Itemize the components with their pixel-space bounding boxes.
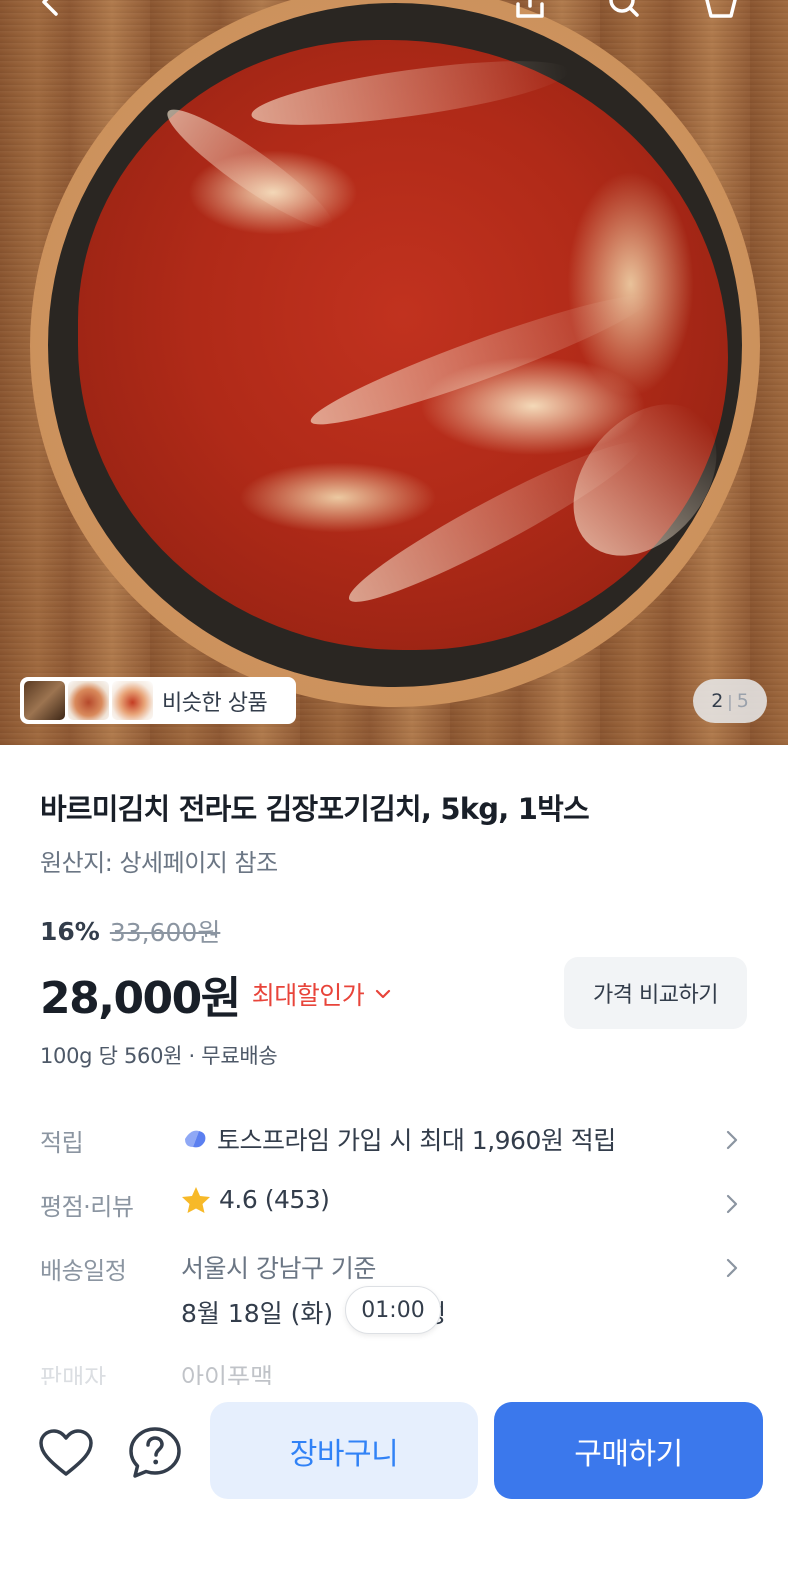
buy-now-button[interactable]: 구매하기 bbox=[494, 1402, 763, 1499]
delivery-time-tooltip: 01:00 bbox=[345, 1286, 441, 1334]
star-icon bbox=[182, 1186, 210, 1213]
rating-row[interactable]: 평점·리뷰 4.6 (453) bbox=[40, 1181, 752, 1231]
price-row: 28,000원 최대할인가 bbox=[40, 962, 392, 1026]
seller-label: 판매자 bbox=[40, 1364, 107, 1388]
similar-thumbnail bbox=[68, 681, 109, 720]
add-to-cart-button[interactable]: 장바구니 bbox=[210, 1402, 478, 1499]
product-title: 바르미김치 전라도 김장포기김치, 5kg, 1박스 bbox=[40, 792, 590, 826]
discount-row: 16% 33,600원 bbox=[40, 913, 220, 949]
pager-separator: | bbox=[727, 691, 733, 711]
similar-thumbnail bbox=[112, 681, 153, 720]
pager-total: 5 bbox=[736, 690, 749, 712]
unit-price-shipping: 100g 당 560원 · 무료배송 bbox=[40, 1044, 278, 1068]
heart-icon bbox=[39, 1429, 93, 1476]
points-label: 적립 bbox=[40, 1129, 84, 1157]
rating-label: 평점·리뷰 bbox=[40, 1193, 134, 1221]
sale-price: 28,000원 bbox=[40, 973, 241, 1024]
back-icon[interactable] bbox=[32, 0, 68, 22]
wishlist-button[interactable] bbox=[38, 1425, 94, 1481]
question-icon bbox=[129, 1427, 181, 1478]
pager-current: 2 bbox=[711, 690, 724, 712]
rating-value: 4.6 (453) bbox=[219, 1185, 330, 1214]
product-image[interactable]: 비슷한 상품 2 | 5 bbox=[0, 0, 788, 745]
image-pager: 2 | 5 bbox=[693, 679, 767, 723]
similar-thumbnail bbox=[24, 681, 65, 720]
product-origin: 원산지: 상세페이지 참조 bbox=[40, 849, 278, 877]
seller-value: 아이푸맥 bbox=[181, 1363, 274, 1388]
delivery-label: 배송일정 bbox=[40, 1257, 127, 1285]
seller-row[interactable]: 판매자 아이푸맥 bbox=[40, 1358, 752, 1388]
original-price: 33,600원 bbox=[109, 918, 221, 947]
share-icon[interactable] bbox=[512, 0, 548, 22]
similar-products-label: 비슷한 상품 bbox=[162, 690, 268, 716]
toss-prime-icon bbox=[185, 1130, 206, 1148]
rating-value-wrap: 4.6 (453) bbox=[181, 1185, 330, 1214]
delivery-value: 서울시 강남구 기준 bbox=[181, 1254, 376, 1283]
delivery-date: 8월 18일 (화) bbox=[181, 1299, 334, 1328]
discount-rate: 16% bbox=[40, 916, 100, 946]
points-value: 토스프라임 가입 시 최대 1,960원 적립 bbox=[217, 1126, 616, 1155]
points-value-wrap: 토스프라임 가입 시 최대 1,960원 적립 bbox=[181, 1121, 616, 1157]
similar-products-chip[interactable]: 비슷한 상품 bbox=[20, 677, 296, 724]
chevron-right-icon[interactable] bbox=[722, 1127, 742, 1153]
points-row[interactable]: 적립 토스프라임 가입 시 최대 1,960원 적립 bbox=[40, 1117, 752, 1167]
chevron-right-icon[interactable] bbox=[722, 1255, 742, 1281]
chevron-down-icon[interactable] bbox=[374, 985, 392, 1003]
chevron-right-icon[interactable] bbox=[722, 1191, 742, 1217]
inquiry-button[interactable] bbox=[127, 1425, 183, 1481]
search-icon[interactable] bbox=[606, 0, 642, 22]
cart-icon[interactable] bbox=[703, 0, 739, 22]
best-price-dropdown[interactable]: 최대할인가 bbox=[252, 976, 365, 1012]
compare-price-button[interactable]: 가격 비교하기 bbox=[564, 957, 747, 1029]
